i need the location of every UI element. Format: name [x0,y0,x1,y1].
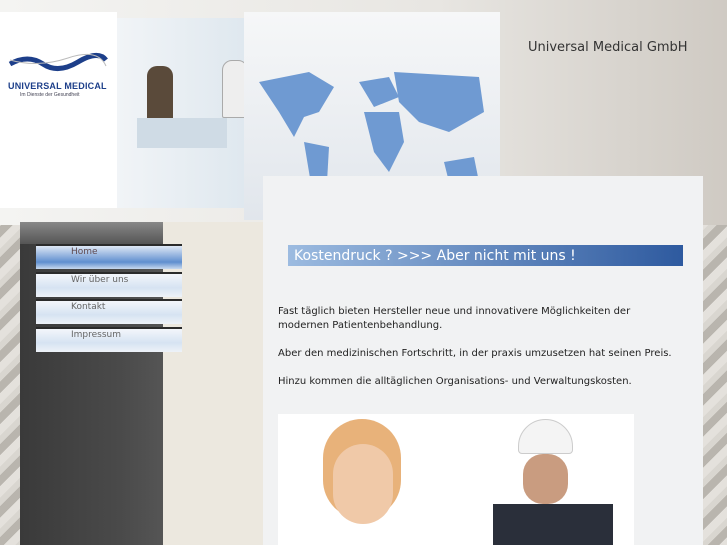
headline: Kostendruck ? >>> Aber nicht mit uns ! [294,248,576,264]
wave-logo-icon [8,53,108,71]
headline-banner: Kostendruck ? >>> Aber nicht mit uns ! [288,245,683,266]
paragraph-3: Hinzu kommen die alltäglichen Organisati… [278,376,632,387]
spacer-column [163,222,263,545]
nav-impressum[interactable]: Impressum [36,327,182,352]
nav-label: Kontakt [71,302,106,312]
nav-kontakt[interactable]: Kontakt [36,299,182,324]
nav-label: Impressum [71,330,122,340]
company-name: Universal Medical GmbH [528,40,688,55]
nav-label: Home [71,247,98,257]
business-photo [117,18,248,208]
people-photo [278,414,634,545]
logo-text: UNIVERSAL MEDICAL [8,81,107,91]
sidebar-top [20,222,163,244]
sidebar [20,222,163,545]
logo-tagline: Im Dienste der Gesundheit [20,92,80,98]
logo[interactable]: UNIVERSAL MEDICAL Im Dienste der Gesundh… [0,12,117,208]
nav-home[interactable]: Home [36,244,182,269]
nav-wir-ueber-uns[interactable]: Wir über uns [36,272,182,297]
paragraph-1: Fast täglich bieten Hersteller neue und … [278,306,631,331]
nav-label: Wir über uns [71,275,129,285]
paragraph-2: Aber den medizinischen Fortschritt, in d… [278,348,672,359]
